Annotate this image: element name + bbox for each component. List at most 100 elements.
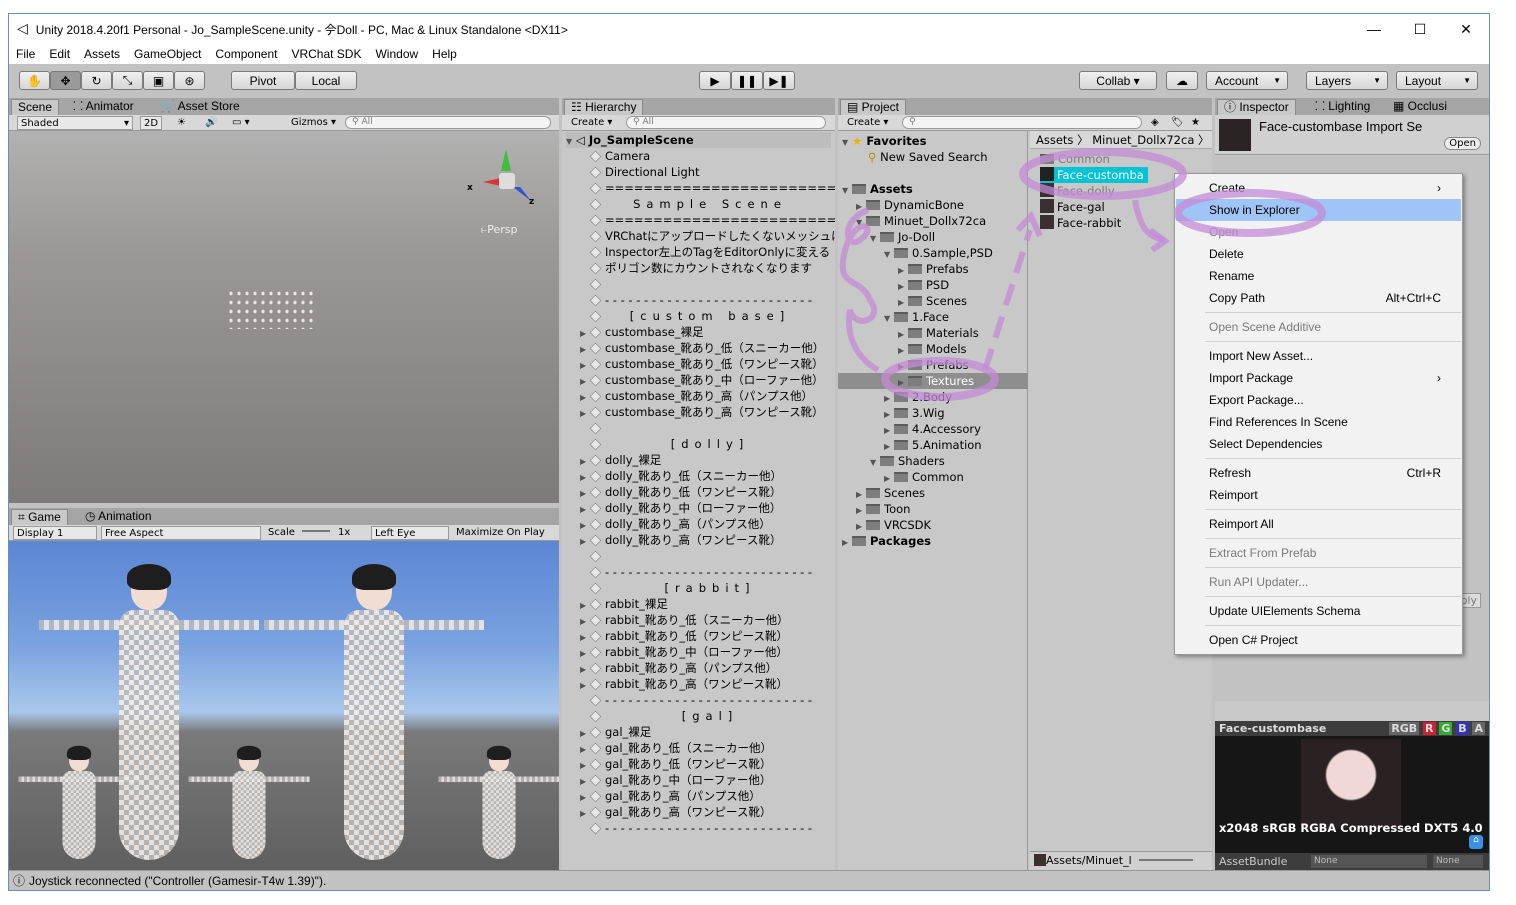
project-folder[interactable]: ▼ 0.Sample,PSD [884,245,993,261]
hierarchy-search-input[interactable]: ⚲ All [626,116,826,129]
file-common[interactable]: Common [1040,151,1110,167]
hierarchy-item[interactable]: - - - - - - - - - - - - - - - - - - - - … [580,564,832,580]
transform-tool-icon[interactable]: ⊛ [174,71,205,90]
context-menu-item[interactable]: Export Package... [1176,389,1461,411]
pause-button[interactable]: ❚❚ [731,71,763,90]
tab-animator[interactable]: ⸬ Animator [67,99,140,115]
tab-animation[interactable]: ◷ Animation [79,509,158,525]
layout-dropdown[interactable]: Layout ▼ [1396,71,1478,90]
hierarchy-item[interactable]: ▶ rabbit_靴あり_低（スニーカー他） [580,612,832,628]
hierarchy-item[interactable]: ▶ gal_靴あり_低（ワンピース靴） [580,756,832,772]
hierarchy-item[interactable]: [custom base] [580,308,832,324]
display-dropdown[interactable]: Display 1 [13,526,97,540]
expand-arrow-icon[interactable]: ▼ [870,455,880,471]
expand-arrow-icon[interactable]: ▼ [870,231,880,247]
minimize-button[interactable]: — [1351,14,1397,44]
menu-window[interactable]: Window [368,47,425,61]
inspector-open-button[interactable]: Open [1444,137,1481,150]
project-folder[interactable]: ▼ Minuet_Dollx72ca [856,213,986,229]
hierarchy-item[interactable]: [dolly] [580,436,832,452]
hierarchy-item[interactable]: Camera [580,148,832,164]
hierarchy-item[interactable]: ▶ custombase_靴あり_低（ワンピース靴） [580,356,832,372]
hierarchy-item[interactable]: ▶ dolly_靴あり_高（ワンピース靴） [580,532,832,548]
hierarchy-item[interactable]: ▶ custombase_靴あり_中（ローファー他） [580,372,832,388]
tab-hierarchy[interactable]: ☷ Hierarchy [564,99,644,115]
eye-dropdown[interactable]: Left Eye [371,526,449,540]
hierarchy-item[interactable]: ▶ dolly_靴あり_低（スニーカー他） [580,468,832,484]
context-menu-item[interactable]: Reimport [1176,484,1461,506]
project-folder[interactable]: ▶ Scenes [898,293,967,309]
project-folder[interactable]: ▶ 3.Wig [884,405,945,421]
context-menu-item[interactable]: Select Dependencies [1176,433,1461,455]
channel-b[interactable]: B [1456,722,1469,735]
hierarchy-item[interactable] [580,548,832,564]
project-folder[interactable]: ▶ Textures [838,373,1028,389]
scale-slider[interactable] [299,526,331,540]
project-folder[interactable]: ▶ 2.Body [884,389,952,405]
project-search-input[interactable]: ⚲ [902,116,1142,129]
menu-edit[interactable]: Edit [42,47,77,61]
hierarchy-item[interactable]: ▶ rabbit_靴あり_高（パンプス他） [580,660,832,676]
menu-assets[interactable]: Assets [77,47,127,61]
project-folder[interactable]: ▶ Prefabs [898,261,969,277]
account-dropdown[interactable]: Account ▼ [1206,71,1288,90]
hierarchy-item[interactable]: ▶ gal_靴あり_中（ローファー他） [580,772,832,788]
expand-arrow-icon[interactable]: ▼ [884,311,894,327]
hierarchy-item[interactable]: ▶ dolly_靴あり_高（パンプス他） [580,516,832,532]
expand-arrow-icon[interactable]: ▼ [842,183,852,199]
menu-vrchat-sdk[interactable]: VRChat SDK [284,47,368,61]
hierarchy-item[interactable] [580,276,832,292]
hierarchy-item[interactable]: VRChatにアップロードしたくないメッシュは [580,228,835,244]
persp-label[interactable]: ⥼Persp [481,223,517,237]
context-menu-item[interactable]: Find References In Scene [1176,411,1461,433]
menu-component[interactable]: Component [208,47,284,61]
hierarchy-item[interactable]: ▶ custombase_靴あり_高（ワンピース靴） [580,404,832,420]
channel-a[interactable]: A [1472,722,1485,735]
context-menu-item[interactable]: Update UIElements Schema [1176,600,1461,622]
breadcrumb-minuet[interactable]: Minuet_Dollx72ca [1092,133,1194,147]
context-menu-item[interactable]: Refresh Ctrl+R [1176,462,1461,484]
hierarchy-item[interactable]: ============================ [580,212,835,228]
scene-gizmo[interactable]: x z [467,149,539,209]
channel-g[interactable]: G [1439,722,1453,735]
hierarchy-item[interactable]: ▶ gal_靴あり_高（ワンピース靴） [580,804,832,820]
context-menu-item[interactable]: Rename [1176,265,1461,287]
layers-dropdown[interactable]: Layers ▼ [1306,71,1388,90]
hand-tool-icon[interactable]: ✋ [19,71,50,90]
hierarchy-item[interactable]: Directional Light [580,164,832,180]
project-folder[interactable]: ▶ PSD [898,277,949,293]
icon-size-slider[interactable] [1139,859,1194,861]
project-folder[interactable]: ▼ Shaders [870,453,945,469]
context-menu-item[interactable]: Copy Path Alt+Ctrl+C [1176,287,1461,309]
hierarchy-item[interactable]: - - - - - - - - - - - - - - - - - - - - … [580,692,832,708]
project-folder[interactable]: ▶ Scenes [856,485,925,501]
hierarchy-item[interactable]: ▶ gal_靴あり_高（パンプス他） [580,788,832,804]
expand-arrow-icon[interactable]: ▼ [856,215,866,231]
project-folder[interactable]: ▶ Prefabs [898,357,969,373]
tab-asset-store[interactable]: 🛒 Asset Store [154,99,246,115]
search-by-type-icon[interactable]: ◈ [1148,116,1162,130]
hierarchy-item[interactable]: ▶ custombase_靴あり_高（パンプス他） [580,388,832,404]
rotate-tool-icon[interactable]: ↻ [81,71,112,90]
audio-toggle-icon[interactable]: 🔊 [202,116,220,130]
hierarchy-item[interactable]: ▶ rabbit_裸足 [580,596,832,612]
hierarchy-create-dropdown[interactable]: Create ▾ [568,116,615,130]
project-folder[interactable]: ▶ 5.Animation [884,437,982,453]
game-viewport[interactable] [9,541,559,870]
project-folder[interactable]: ▶ Materials [898,325,979,341]
context-menu-item[interactable]: Create › [1176,177,1461,199]
expand-arrow-icon[interactable]: ▼ [884,247,894,263]
hierarchy-item[interactable]: ▶ gal_靴あり_低（スニーカー他） [580,740,832,756]
menu-help[interactable]: Help [425,47,464,61]
project-folder[interactable]: ▶ Common [884,469,964,485]
hierarchy-item[interactable]: ▶ dolly_裸足 [580,452,832,468]
scene-viewport[interactable]: x z ⥼Persp [9,131,559,503]
saved-search-row[interactable]: ⚲ New Saved Search [868,149,988,165]
project-folder[interactable]: ▶ Packages [842,533,931,549]
scene-root-row[interactable]: ▼ ◁ Jo_SampleScene [566,132,831,148]
hierarchy-item[interactable]: [gal] [580,708,832,724]
hierarchy-item[interactable]: ▶ custombase_裸足 [580,324,832,340]
file-face-gal[interactable]: Face-gal [1040,199,1105,215]
project-create-dropdown[interactable]: Create ▾ [844,116,891,130]
project-folder[interactable]: ▶ 4.Accessory [884,421,981,437]
